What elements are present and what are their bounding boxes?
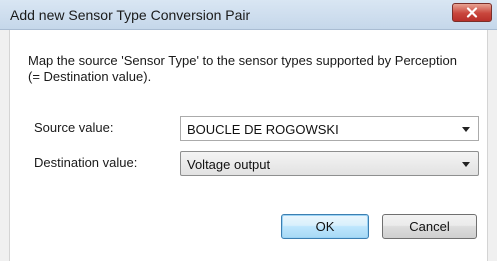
chevron-down-icon[interactable] — [462, 127, 470, 132]
destination-value-dropdown[interactable]: Voltage output — [180, 151, 479, 176]
cancel-button[interactable]: Cancel — [382, 214, 477, 239]
chevron-down-icon[interactable] — [462, 162, 470, 167]
destination-value-text: Voltage output — [187, 157, 271, 172]
close-icon — [466, 7, 478, 18]
dialog-title: Add new Sensor Type Conversion Pair — [10, 7, 251, 23]
source-value-combobox[interactable]: BOUCLE DE ROGOWSKI — [180, 116, 479, 141]
destination-value-label: Destination value: — [34, 155, 138, 170]
close-button[interactable] — [452, 3, 492, 22]
title-bar[interactable]: Add new Sensor Type Conversion Pair — [0, 0, 497, 30]
source-value-text[interactable]: BOUCLE DE ROGOWSKI — [187, 122, 339, 137]
dialog-window: Add new Sensor Type Conversion Pair Map … — [0, 0, 497, 261]
source-value-label: Source value: — [34, 120, 114, 135]
instructions-text: Map the source 'Sensor Type' to the sens… — [28, 53, 457, 84]
ok-button[interactable]: OK — [281, 214, 369, 239]
